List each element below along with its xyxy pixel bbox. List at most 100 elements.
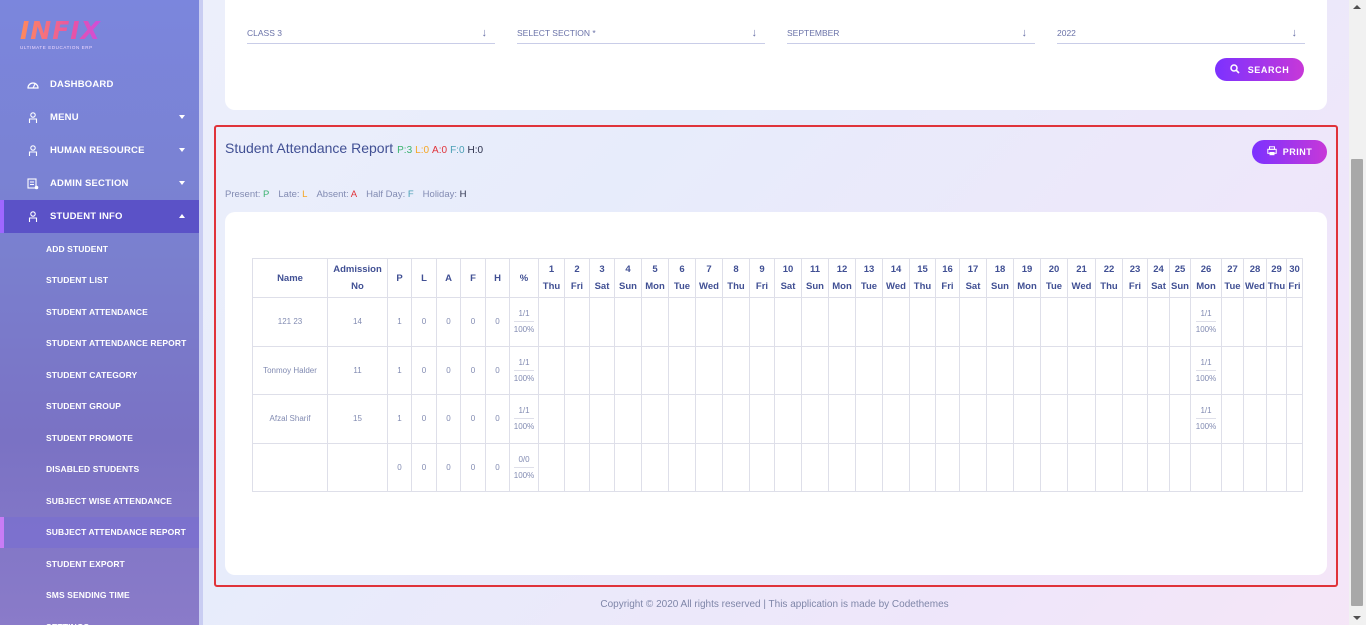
cell-h: 0	[485, 394, 510, 444]
section-select[interactable]: SELECT SECTION * ↓	[517, 23, 765, 44]
cell-day	[749, 345, 775, 395]
day-weekday: Wed	[1245, 281, 1265, 292]
cell-day	[589, 394, 615, 444]
arrow-down-icon: ↓	[1291, 27, 1298, 39]
fraction-bottom: 100%	[1195, 325, 1217, 335]
cell-percentage: 0/0 100%	[509, 442, 539, 492]
class-select[interactable]: CLASS 3 ↓	[247, 23, 495, 44]
sidebar-subitem-settings[interactable]: SETTINGS	[0, 611, 200, 625]
cell-admission	[327, 442, 388, 492]
day-weekday: Thu	[913, 281, 932, 292]
column-header-day: 9 Fri	[749, 258, 775, 298]
sidebar-subitem-student-attendance-report[interactable]: STUDENT ATTENDANCE REPORT	[0, 328, 200, 360]
column-header-day: 13 Tue	[855, 258, 883, 298]
cell-day	[668, 442, 696, 492]
cell-admission: 11	[327, 345, 388, 395]
cell-day	[828, 394, 856, 444]
day-number: 26	[1200, 264, 1212, 275]
day-weekday: Sun	[1171, 281, 1189, 292]
day-number: 3	[599, 264, 605, 275]
column-header-day: 28 Wed	[1243, 258, 1267, 298]
scroll-up-icon[interactable]	[1353, 5, 1361, 9]
cell-day	[986, 442, 1014, 492]
sidebar-subitem-subject-wise-attendance[interactable]: SUBJECT WISE ATTENDANCE	[0, 485, 200, 517]
cell-day	[695, 297, 723, 347]
column-header-p: P	[387, 258, 412, 298]
day-weekday: Sat	[780, 281, 796, 292]
column-header-day: 18 Sun	[986, 258, 1014, 298]
scroll-thumb[interactable]	[1351, 159, 1363, 606]
print-button[interactable]: PRINT	[1252, 140, 1327, 164]
column-header-day: 23 Fri	[1122, 258, 1148, 298]
sidebar-subitem-add-student[interactable]: ADD STUDENT	[0, 233, 200, 265]
sidebar-subitem-student-attendance[interactable]: STUDENT ATTENDANCE	[0, 296, 200, 328]
day-number: 10	[782, 264, 794, 275]
cell-day	[564, 345, 590, 395]
cell-day	[614, 345, 642, 395]
sidebar-item-dashboard[interactable]: DASHBOARD	[0, 68, 200, 101]
scroll-down-icon[interactable]	[1353, 616, 1361, 620]
day-number: 20	[1048, 264, 1060, 275]
fraction-bottom: 100%	[1195, 373, 1217, 383]
cell-l: 0	[411, 297, 437, 347]
logo[interactable]: INFIX ULTIMATE EDUCATION ERP	[20, 18, 110, 54]
table-header-row: Name Admission No P L A F H% 1 Thu 2 Fri 3 Sat 4 Sun 5 M…	[252, 258, 1303, 298]
column-header-day: 7 Wed	[695, 258, 723, 298]
cell-day	[722, 394, 750, 444]
sidebar-subitem-student-category[interactable]: STUDENT CATEGORY	[0, 359, 200, 391]
cell-day	[801, 442, 829, 492]
sidebar-item-student-info[interactable]: STUDENT INFO	[0, 200, 200, 233]
table-row: 0 0 0 0 0 0/0 100%	[252, 442, 1303, 492]
chevron-down-icon	[179, 115, 185, 119]
sidebar-item-label: STUDENT INFO	[50, 211, 123, 222]
year-select[interactable]: 2022 ↓	[1057, 23, 1305, 44]
cell-day	[641, 394, 669, 444]
sidebar-item-menu[interactable]: MENU	[0, 101, 200, 134]
cell-day	[801, 297, 829, 347]
cell-name	[252, 442, 328, 492]
sidebar-item-label: MENU	[50, 112, 79, 123]
fraction-bottom: 100%	[513, 325, 535, 335]
sidebar-subitem-student-promote[interactable]: STUDENT PROMOTE	[0, 422, 200, 454]
chevron-down-icon	[179, 181, 185, 185]
search-button[interactable]: SEARCH	[1215, 58, 1304, 81]
cell-day	[614, 297, 642, 347]
fraction-bottom: 100%	[1195, 422, 1217, 432]
arrow-down-icon: ↓	[1021, 27, 1028, 39]
day-number: 23	[1129, 264, 1141, 275]
sidebar-item-human-resource[interactable]: HUMAN RESOURCE	[0, 134, 200, 167]
sidebar-subitem-disabled-students[interactable]: DISABLED STUDENTS	[0, 454, 200, 486]
sidebar-subitem-student-group[interactable]: STUDENT GROUP	[0, 391, 200, 423]
column-header-day: 2 Fri	[564, 258, 590, 298]
footer-copyright: Copyright © 2020 All rights reserved | T…	[600, 599, 949, 610]
column-header-day: 21 Wed	[1067, 258, 1096, 298]
cell-day	[801, 394, 829, 444]
month-select[interactable]: SEPTEMBER ↓	[787, 23, 1035, 44]
search-icon	[1229, 63, 1240, 76]
cell-day	[774, 345, 802, 395]
day-weekday: Sun	[619, 281, 637, 292]
cell-day	[1286, 442, 1303, 492]
cell-day: 1/1 100%	[1190, 297, 1222, 347]
column-header-day: 25 Sun	[1169, 258, 1191, 298]
cell-day	[959, 442, 987, 492]
sidebar-subitem-student-list[interactable]: STUDENT LIST	[0, 265, 200, 297]
sidebar-item-admin-section[interactable]: ADMIN SECTION	[0, 167, 200, 200]
cell-day	[589, 297, 615, 347]
day-number: 11	[809, 264, 821, 275]
cell-day	[855, 297, 883, 347]
column-header-day: 19 Mon	[1013, 258, 1041, 298]
legend-present: Present: P	[225, 189, 270, 200]
sidebar-subitem-subject-attendance-report[interactable]: SUBJECT ATTENDANCE REPORT	[0, 516, 200, 548]
table-row: 121 23 14 1 0 0 0 0 1/1 100% 1/1 100%	[252, 297, 1303, 347]
day-number: 17	[967, 264, 979, 275]
cell-day	[668, 345, 696, 395]
sidebar-subitem-sms-sending-time[interactable]: SMS SENDING TIME	[0, 580, 200, 612]
sidebar-subitem-student-export[interactable]: STUDENT EXPORT	[0, 548, 200, 580]
cell-a: 0	[436, 345, 461, 395]
cell-day	[1266, 345, 1287, 395]
cell-day	[538, 345, 565, 395]
day-weekday: Thu	[1267, 281, 1286, 292]
column-header-day: 22 Thu	[1095, 258, 1123, 298]
page-scrollbar[interactable]	[1349, 0, 1366, 625]
